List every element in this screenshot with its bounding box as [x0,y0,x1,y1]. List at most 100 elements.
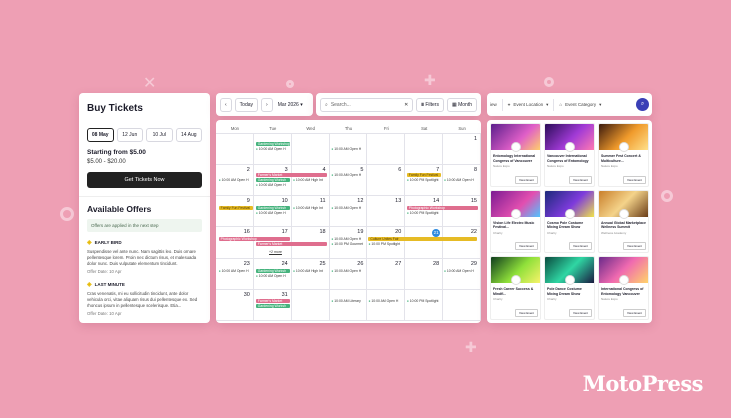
location-filter[interactable]: ⌖ Event Location ▾ [508,102,549,108]
month-view-button[interactable]: ▦ Month [446,97,477,112]
calendar-event[interactable]: 10:00 AM Open H [444,269,478,273]
day-cell[interactable]: 29 [443,258,481,289]
calendar-event[interactable]: 10:00 AM Open H [331,173,365,177]
calendar-event[interactable]: Gardening Worksh [255,178,291,183]
event-card[interactable]: Annual Global Marketplace Wellness Summi… [598,189,649,254]
calendar-event[interactable]: 10:00 AM Open H [331,237,365,241]
date-option[interactable]: 10 Jul [146,128,173,142]
view-event-button[interactable]: View Event [515,242,538,251]
calendar-event[interactable]: 10:00 PM Gourmet [331,242,365,246]
calendar-event[interactable]: Family Fun Festival [218,206,254,211]
calendar-event[interactable]: 10:00 AM Open H [368,299,402,303]
day-cell[interactable] [330,289,368,320]
calendar-event[interactable]: 10:00 AM High Int [293,178,327,182]
calendar-event[interactable]: 10:00 AM Open H [256,211,290,215]
calendar-event[interactable]: 10:00 AM Open H [256,183,290,187]
day-cell[interactable]: 16 [216,227,254,258]
event-card[interactable]: Summer Fest Concert & Multiculture... Na… [598,123,649,187]
day-cell[interactable]: 13 [367,196,406,227]
event-card[interactable]: Vancouver International Congress of Ento… [544,123,595,187]
view-event-button[interactable]: View Event [623,175,646,184]
next-month-button[interactable]: › [261,97,273,112]
day-cell-today[interactable]: 21 [405,227,444,258]
calendar-event[interactable]: 10:00 AM Open H [331,147,365,151]
date-option[interactable]: 12 Jun [116,128,143,142]
day-cell[interactable]: 26 [330,258,368,289]
calendar-event[interactable]: Culture Unites Fair [368,237,478,242]
event-card[interactable]: International Congress of Entomology Van… [598,256,649,320]
search-input[interactable]: ⌕ Search... ✕ [320,97,414,112]
date-option[interactable]: 08 May [87,128,114,142]
calendar-event[interactable]: 10:00 AM Open H [219,269,253,273]
calendar-event[interactable]: Farmer's Market [255,173,328,178]
calendar-event[interactable]: 10:00 AM Open H [219,178,253,182]
day-cell[interactable]: 5 [330,165,368,196]
day-cell[interactable] [367,134,406,165]
day-cell[interactable]: 1 [443,134,481,165]
view-event-button[interactable]: View Event [515,175,538,184]
prev-month-button[interactable]: ‹ [220,97,232,112]
calendar-event[interactable]: Farmer's Market [255,242,328,247]
calendar-event[interactable]: 10:00 AM Open H [444,178,478,182]
date-option[interactable]: 14 Aug [175,128,202,142]
calendar-event[interactable]: Family Fun Festival [406,173,442,178]
view-event-button[interactable]: View Event [569,175,592,184]
view-event-button[interactable]: View Event [515,309,538,317]
today-button[interactable]: Today [234,97,259,112]
day-cell[interactable]: 12 [330,196,368,227]
calendar-event[interactable]: 10:00 AM Open H [331,206,365,210]
day-cell[interactable]: 11 [292,196,330,227]
search-icon: ⌕ [325,101,328,108]
day-cell[interactable]: 30 [216,289,254,320]
day-cell[interactable] [367,289,406,320]
calendar-event[interactable]: 10:00 PM Spotlight [407,178,441,182]
calendar-event[interactable]: 10:00 AM High Int [293,269,327,273]
weekday-label: Wed [306,126,315,131]
calendar-event[interactable]: Gardening Worksh [255,268,291,273]
search-button[interactable]: ⌕ [636,98,649,111]
calendar-event[interactable]: 10:00 PM Spotlight [368,242,402,246]
month-selector[interactable]: Mar 2026 ▾ [278,102,303,108]
calendar-event[interactable]: Gardening Worksh [255,206,291,211]
day-cell[interactable]: 25 [292,258,330,289]
day-cell[interactable] [405,289,444,320]
day-cell[interactable] [292,134,330,165]
calendar-event[interactable]: 10:00 AM Open H [256,274,290,278]
event-card[interactable]: Vision Life Electro Music Festival... Ch… [490,189,541,254]
get-tickets-button[interactable]: Get Tickets Now [87,172,202,188]
calendar-event[interactable]: Gardening Workshop [255,142,291,146]
event-card[interactable]: Entomology International Congress of Van… [490,123,541,187]
event-card[interactable]: Cosmo Pole Costume Mixing Dream Show Cha… [544,189,595,254]
calendar-event[interactable]: 10:00 AM Open H [331,269,365,273]
calendar-event[interactable]: Gardening Worksh [255,303,291,308]
day-cell[interactable] [405,134,444,165]
day-cell[interactable]: 15 [443,196,481,227]
day-cell[interactable] [443,289,481,320]
view-event-button[interactable]: View Event [569,242,592,251]
view-event-button[interactable]: View Event [623,242,646,251]
day-cell[interactable]: 22 [443,227,481,258]
calendar-event[interactable]: 10:00 PM Spotlight [407,299,441,303]
calendar-event[interactable]: 10:00 PM Spotlight [407,211,441,215]
clear-icon[interactable]: ✕ [404,102,408,108]
calendar-event[interactable]: Photographic Workshop [406,206,479,211]
view-event-button[interactable]: View Event [623,309,646,317]
day-cell[interactable] [292,289,330,320]
event-card[interactable]: Fresh Career Success & Mindfl... Charity… [490,256,541,320]
calendar-event[interactable]: 10:00 AM Literary [331,299,365,303]
calendar-event[interactable]: 10:00 AM Open H [256,147,290,151]
day-cell[interactable]: 23 [216,258,254,289]
event-card[interactable]: Pole Dance Costume Mixing Dream Show Cha… [544,256,595,320]
view-event-button[interactable]: View Event [569,309,592,317]
category-filter[interactable]: ⌂ Event Category ▾ [559,102,601,108]
more-events-link[interactable]: +2 more [269,250,282,254]
calendar-event[interactable]: Farmer's Market [255,298,291,303]
day-cell[interactable]: 28 [405,258,444,289]
filters-button[interactable]: ⩩ Filters [416,97,444,112]
calendar-event[interactable]: Photographic Workshop [218,237,291,242]
calendar-event[interactable]: 10:00 AM High Int [293,206,327,210]
day-cell[interactable]: 27 [367,258,406,289]
day-cell[interactable]: 9 [216,196,254,227]
day-cell[interactable] [216,134,254,165]
day-cell[interactable]: 6 [367,165,406,196]
